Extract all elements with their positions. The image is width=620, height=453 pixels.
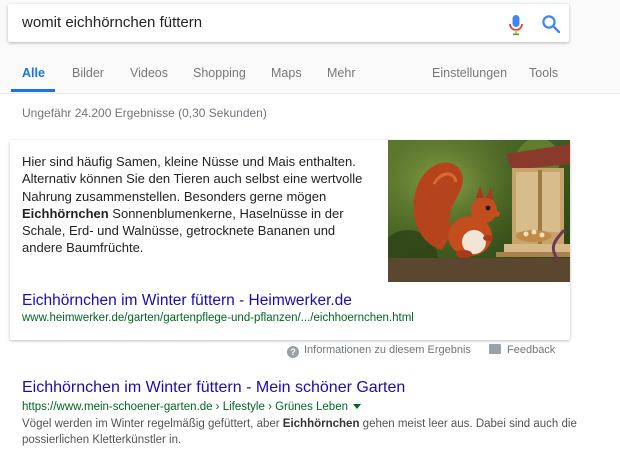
tab-more[interactable]: Mehr <box>327 66 355 80</box>
result-description: Vögel werden im Winter regelmäßig gefütt… <box>22 418 577 446</box>
result-link[interactable]: Eichhörnchen im Winter füttern - Mein sc… <box>22 379 405 397</box>
about-result-label: Informationen zu diesem Ergebnis <box>304 344 471 356</box>
search-header: womit eichhörnchen füttern Alle Bilder V… <box>0 0 620 94</box>
feedback-icon <box>489 344 501 354</box>
result-stats: Ungefähr 24.200 Ergebnisse (0,30 Sekunde… <box>22 106 267 120</box>
tab-settings[interactable]: Einstellungen <box>432 66 507 80</box>
snippet-url[interactable]: www.heimwerker.de/garten/gartenpflege-un… <box>22 312 414 324</box>
featured-snippet: Hier sind häufig Samen, kleine Nüsse und… <box>10 140 570 340</box>
search-input[interactable]: womit eichhörnchen füttern <box>22 14 202 31</box>
tab-images[interactable]: Bilder <box>72 66 104 80</box>
tab-tools[interactable]: Tools <box>529 66 558 80</box>
search-tabs: Alle Bilder Videos Shopping Maps Mehr Ei… <box>0 62 620 94</box>
active-tab-indicator <box>11 89 55 92</box>
tab-all[interactable]: Alle <box>22 66 45 80</box>
feedback-button[interactable]: Feedback <box>489 344 555 356</box>
question-icon: ? <box>287 346 299 358</box>
snippet-text: Hier sind häufig Samen, kleine Nüsse und… <box>22 154 363 256</box>
search-icon[interactable] <box>541 14 561 34</box>
tab-maps[interactable]: Maps <box>271 66 302 80</box>
result-url[interactable]: https://www.mein-schoener-garten.de › Li… <box>22 401 361 413</box>
tab-shopping[interactable]: Shopping <box>193 66 246 80</box>
dropdown-arrow-icon[interactable] <box>353 404 361 409</box>
tab-videos[interactable]: Videos <box>130 66 168 80</box>
about-result[interactable]: ? Informationen zu diesem Ergebnis <box>287 344 471 358</box>
search-box[interactable]: womit eichhörnchen füttern <box>8 4 569 42</box>
snippet-link[interactable]: Eichhörnchen im Winter füttern - Heimwer… <box>22 292 352 310</box>
microphone-icon[interactable] <box>506 14 526 36</box>
feedback-label: Feedback <box>507 344 556 356</box>
squirrel-image[interactable] <box>388 140 570 282</box>
